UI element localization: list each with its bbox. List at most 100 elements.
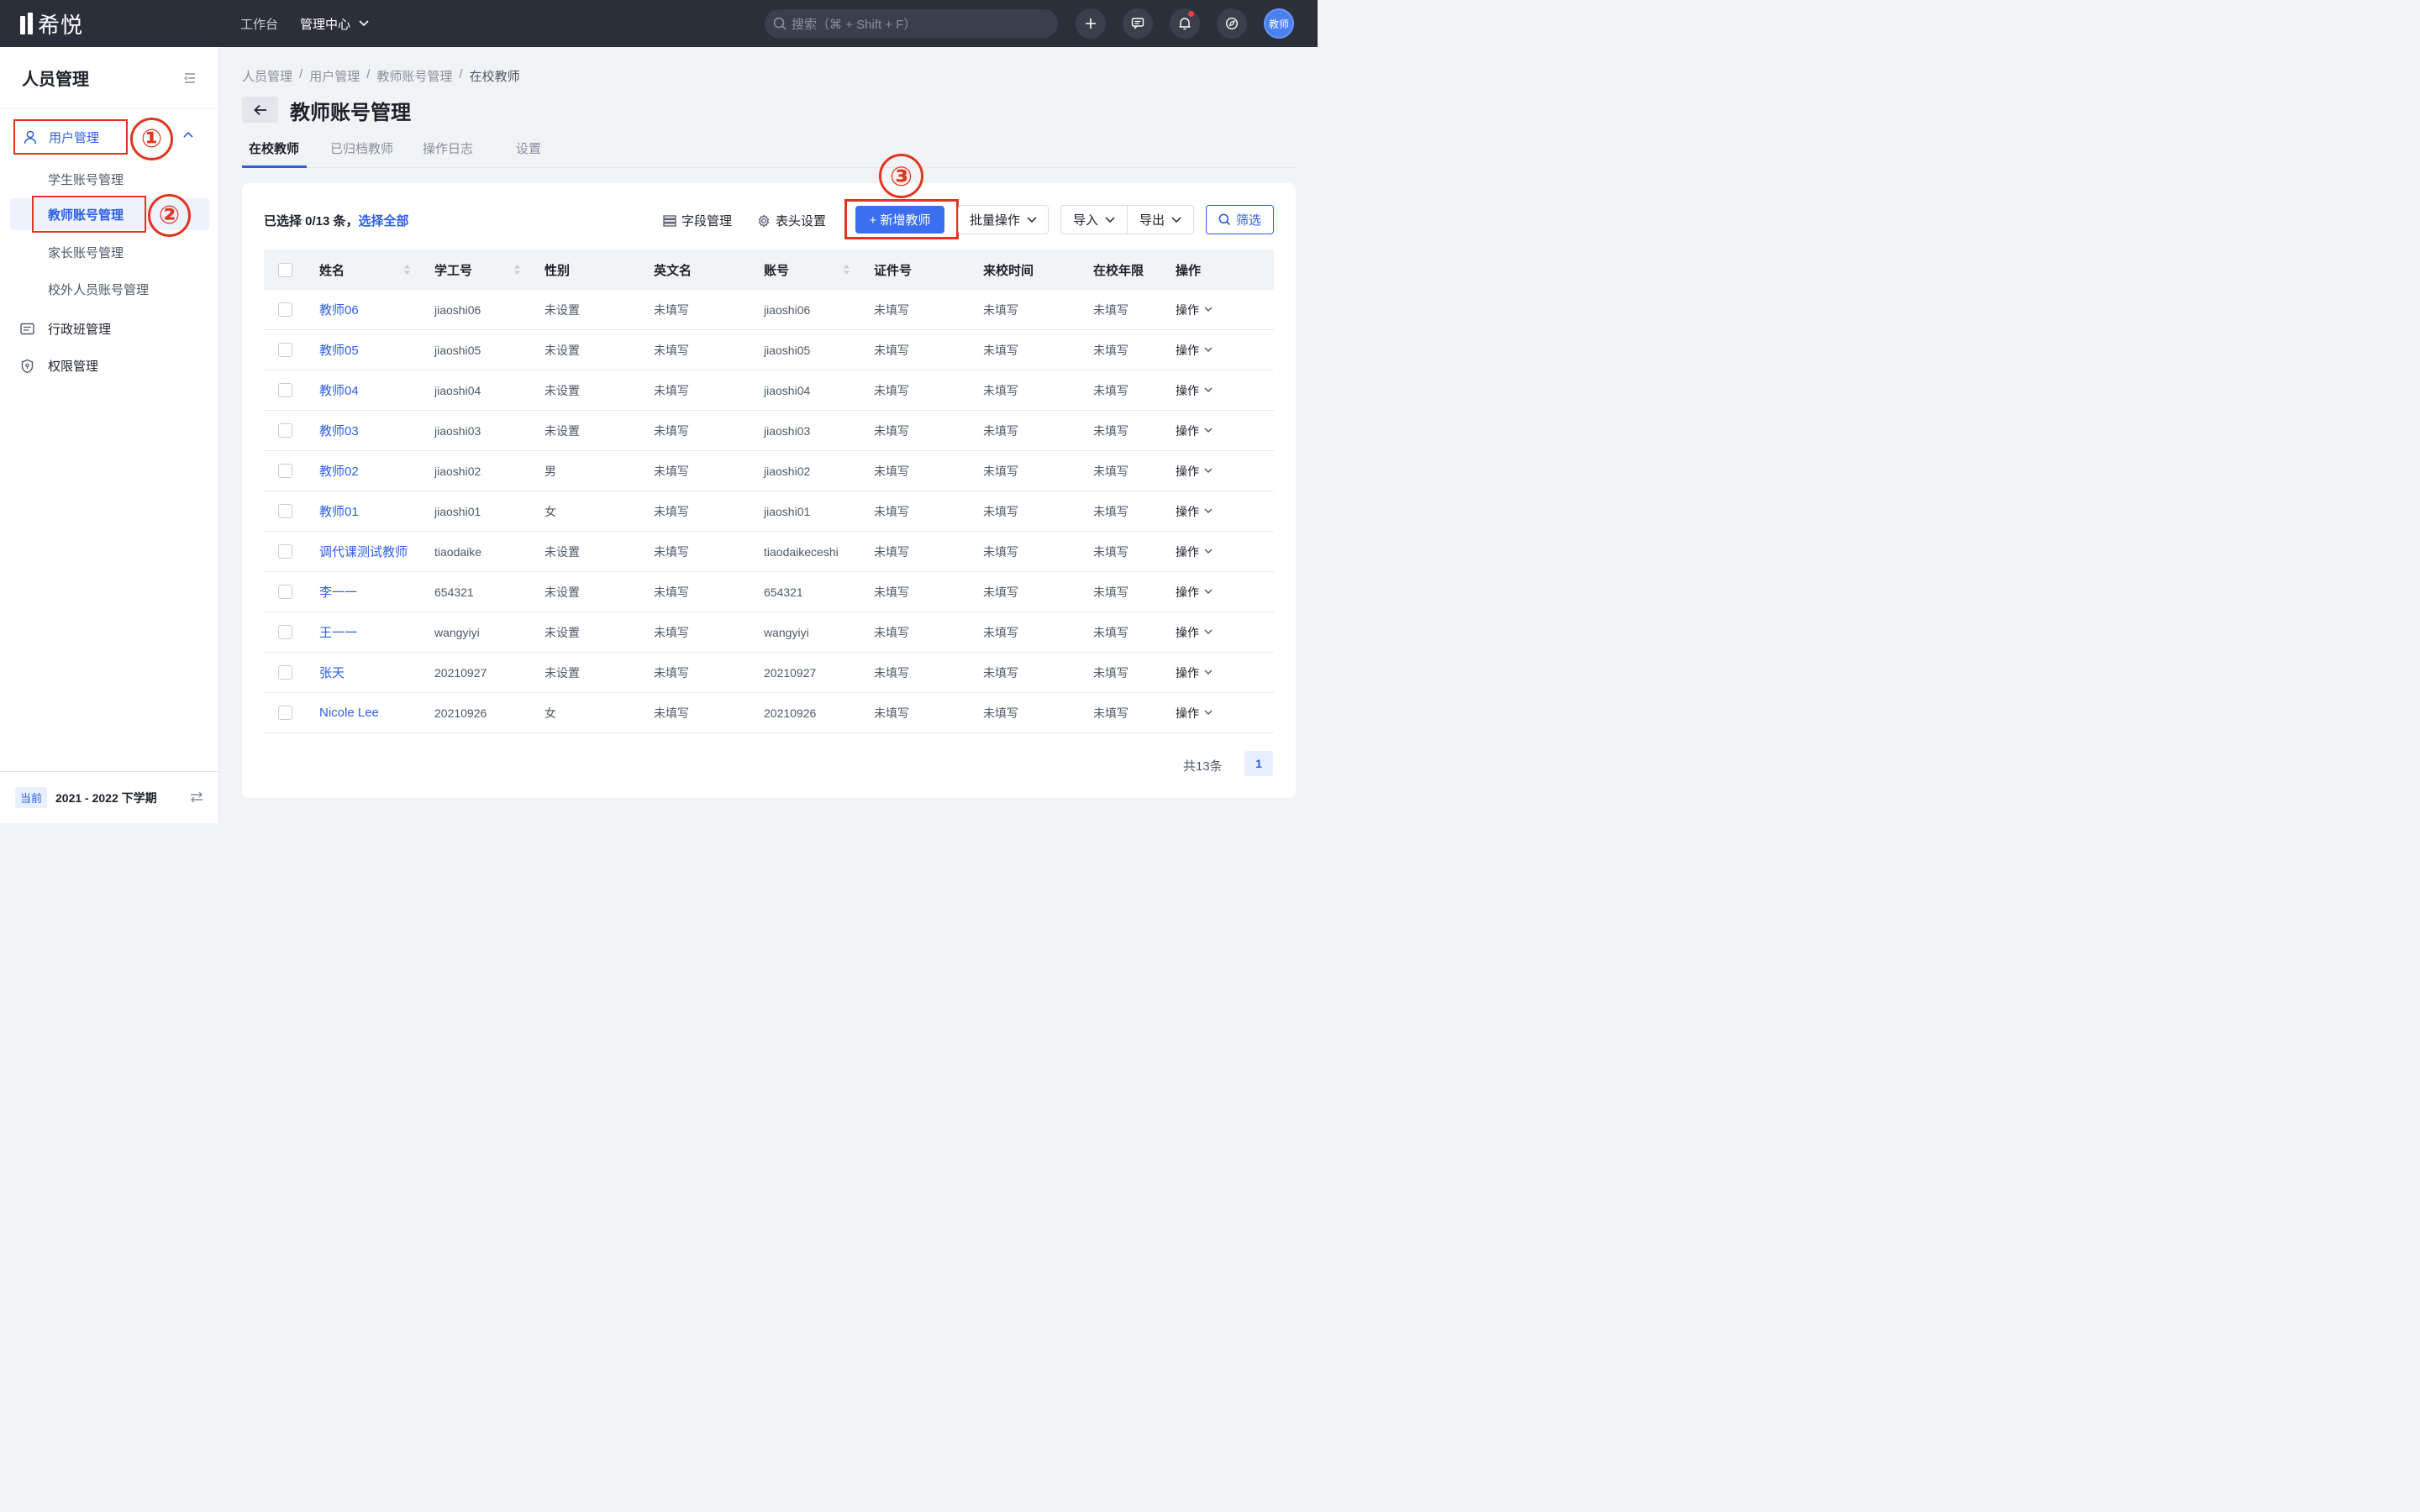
tab-settings[interactable]: 设置 [516, 139, 541, 157]
row-checkbox[interactable] [278, 544, 292, 559]
sidebar-item-teacher-accounts[interactable]: 教师账号管理 [32, 196, 146, 233]
compass-icon[interactable] [1217, 8, 1247, 39]
chevron-down-icon [1204, 629, 1213, 634]
collapse-icon[interactable] [183, 72, 197, 84]
teacher-name-link[interactable]: 张天 [319, 664, 345, 681]
chevron-down-icon [1171, 216, 1181, 223]
sidebar-item-student-accounts[interactable]: 学生账号管理 [48, 171, 124, 188]
column-header-name[interactable]: 姓名 [319, 261, 345, 279]
cell-id: 654321 [434, 585, 474, 599]
row-checkbox[interactable] [278, 625, 292, 639]
column-header-account[interactable]: 账号 [764, 261, 789, 279]
row-checkbox[interactable] [278, 706, 292, 720]
teacher-name-link[interactable]: 教师06 [319, 301, 359, 318]
teacher-name-link[interactable]: 教师04 [319, 381, 359, 399]
nav-management-center[interactable]: 管理中心 [300, 15, 369, 33]
chevron-down-icon [1204, 589, 1213, 594]
row-actions-dropdown[interactable]: 操作 [1176, 302, 1213, 318]
teacher-name-link[interactable]: 教师03 [319, 422, 359, 439]
chevron-up-icon[interactable] [183, 131, 193, 138]
row-actions-dropdown[interactable]: 操作 [1176, 463, 1213, 480]
breadcrumb-item[interactable]: 教师账号管理 [376, 67, 452, 85]
logo[interactable]: 希悦 [20, 8, 222, 39]
row-checkbox[interactable] [278, 383, 292, 397]
back-button[interactable] [242, 97, 278, 123]
sidebar-item-permissions[interactable]: 权限管理 [20, 357, 98, 375]
teacher-name-link[interactable]: 调代课测试教师 [319, 543, 408, 560]
row-checkbox[interactable] [278, 585, 292, 599]
chat-icon[interactable] [1123, 8, 1153, 39]
table-row: 调代课测试教师 tiaodaike 未设置 未填写 tiaodaikeceshi 未填写 未… [264, 532, 1274, 572]
cell-id: tiaodaike [434, 544, 482, 559]
row-actions-dropdown[interactable]: 操作 [1176, 503, 1213, 520]
row-actions-dropdown[interactable]: 操作 [1176, 664, 1213, 681]
cell-account: 20210927 [764, 665, 817, 680]
row-actions-dropdown[interactable]: 操作 [1176, 584, 1213, 601]
sidebar-item-parent-accounts[interactable]: 家长账号管理 [48, 244, 124, 261]
sidebar-item-admin-class[interactable]: 行政班管理 [20, 320, 111, 338]
row-actions-label: 操作 [1176, 706, 1199, 720]
row-actions-dropdown[interactable]: 操作 [1176, 624, 1213, 641]
logo-icon [20, 13, 33, 34]
chevron-down-icon [1204, 387, 1213, 392]
sort-icon[interactable] [403, 264, 411, 276]
teacher-name-link[interactable]: Nicole Lee [319, 706, 379, 720]
teacher-name-link[interactable]: 王一一 [319, 623, 357, 641]
breadcrumb-item[interactable]: 人员管理 [242, 67, 292, 85]
tab-operation-log[interactable]: 操作日志 [423, 139, 473, 157]
cell-gender: 未设置 [544, 343, 580, 357]
arrow-left-icon [253, 104, 266, 115]
row-actions-dropdown[interactable]: 操作 [1176, 705, 1213, 722]
sidebar-group-user-management[interactable]: 用户管理 [13, 119, 128, 155]
column-header-id[interactable]: 学工号 [434, 261, 472, 279]
cell-account: 654321 [764, 585, 803, 599]
row-actions-dropdown[interactable]: 操作 [1176, 543, 1213, 560]
cell-years: 未填写 [1093, 625, 1128, 639]
term-label: 2021 - 2022 下学期 [55, 790, 157, 805]
bell-icon[interactable] [1170, 8, 1200, 39]
cell-gender: 未设置 [544, 383, 580, 397]
cell-arrive: 未填写 [983, 544, 1018, 559]
plus-icon[interactable] [1076, 8, 1106, 39]
breadcrumb-item[interactable]: 用户管理 [309, 67, 360, 85]
row-actions-dropdown[interactable]: 操作 [1176, 342, 1213, 359]
row-checkbox[interactable] [278, 464, 292, 478]
teacher-name-link[interactable]: 教师01 [319, 502, 359, 520]
selection-summary: 已选择 0/13 条，选择全部 [264, 214, 409, 228]
row-actions-dropdown[interactable]: 操作 [1176, 382, 1213, 399]
search-input[interactable]: 搜索（⌘ + Shift + F） [765, 9, 1058, 38]
batch-operation-dropdown[interactable]: 批量操作 [958, 205, 1049, 234]
row-checkbox[interactable] [278, 343, 292, 357]
row-checkbox[interactable] [278, 423, 292, 438]
switch-icon[interactable] [189, 790, 204, 804]
row-checkbox[interactable] [278, 504, 292, 518]
cell-id: wangyiyi [434, 625, 480, 639]
row-checkbox[interactable] [278, 665, 292, 680]
cell-cert: 未填写 [874, 383, 909, 397]
header-settings-button[interactable]: 表头设置 [757, 212, 826, 229]
sort-icon[interactable] [843, 264, 850, 276]
cell-years: 未填写 [1093, 504, 1128, 518]
filter-button[interactable]: 筛选 [1206, 205, 1274, 234]
row-checkbox[interactable] [278, 302, 292, 317]
teacher-name-link[interactable]: 李一一 [319, 583, 357, 601]
page-number-button[interactable]: 1 [1244, 751, 1273, 776]
export-dropdown[interactable]: 导出 [1127, 205, 1194, 234]
cell-gender: 未设置 [544, 302, 580, 317]
sidebar-item-external-accounts[interactable]: 校外人员账号管理 [48, 281, 149, 298]
tab-active-teachers[interactable]: 在校教师 [249, 139, 299, 157]
table-row: 教师04 jiaoshi04 未设置 未填写 jiaoshi04 未填写 未填写 未填写 操作 [264, 370, 1274, 411]
sort-icon[interactable] [513, 264, 521, 276]
cell-years: 未填写 [1093, 383, 1128, 397]
tab-archived-teachers[interactable]: 已归档教师 [330, 139, 393, 157]
annotation-number-3: ③ [879, 154, 923, 198]
avatar[interactable]: 教师 [1264, 8, 1294, 39]
select-all-link[interactable]: 选择全部 [359, 214, 409, 228]
row-actions-dropdown[interactable]: 操作 [1176, 423, 1213, 439]
field-management-button[interactable]: 字段管理 [663, 212, 732, 229]
teacher-name-link[interactable]: 教师02 [319, 462, 359, 480]
teacher-name-link[interactable]: 教师05 [319, 341, 359, 359]
nav-workbench[interactable]: 工作台 [240, 15, 278, 33]
select-all-checkbox[interactable] [278, 262, 292, 277]
import-dropdown[interactable]: 导入 [1060, 205, 1128, 234]
